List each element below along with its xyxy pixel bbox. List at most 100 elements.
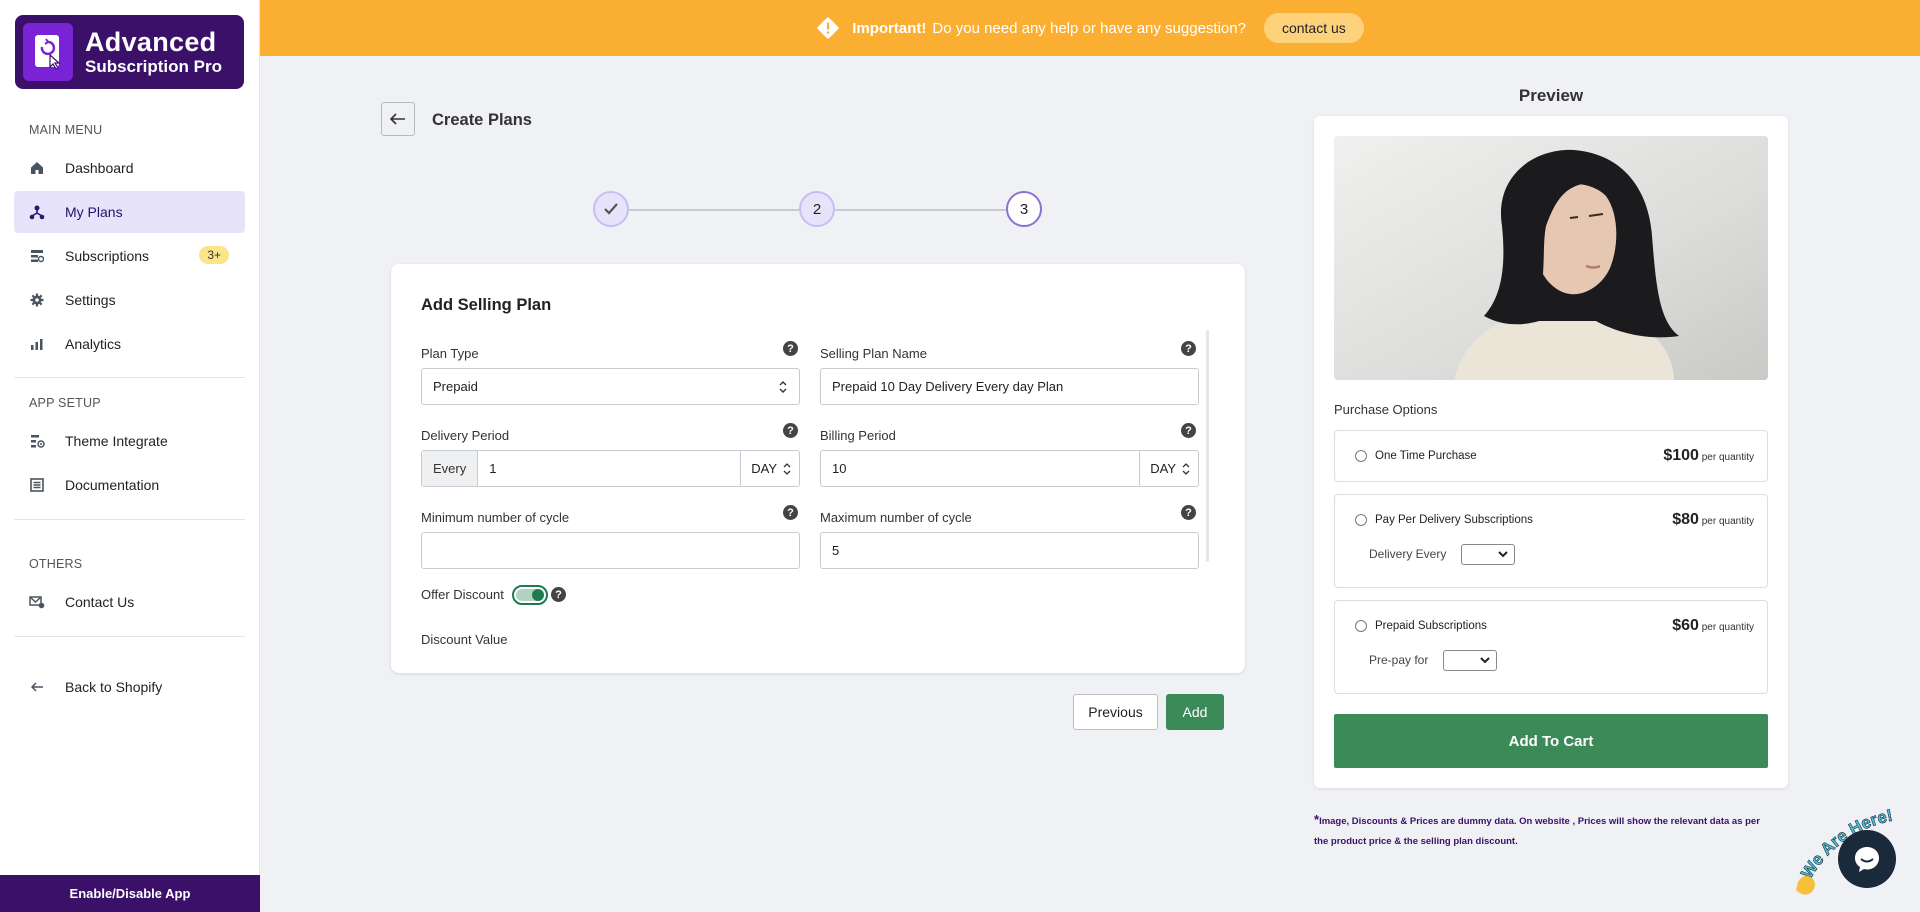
- sidebar-item-contact-us[interactable]: Contact Us: [14, 581, 245, 623]
- waving-hand-icon: [1796, 875, 1815, 895]
- help-icon[interactable]: ?: [1181, 423, 1196, 438]
- delivery-period-input[interactable]: Every 1 DAY: [421, 450, 800, 487]
- sidebar-item-theme-integrate[interactable]: Theme Integrate: [14, 420, 245, 462]
- sidebar-divider: [14, 636, 245, 637]
- offer-discount-toggle[interactable]: [512, 585, 548, 605]
- selling-plan-name-label: Selling Plan Name: [820, 346, 927, 361]
- help-banner: Important! Do you need any help or have …: [260, 0, 1920, 56]
- sidebar: Advanced Subscription Pro MAIN MENU Dash…: [0, 0, 260, 912]
- step-1-complete: [593, 191, 629, 227]
- add-button[interactable]: Add: [1166, 694, 1224, 730]
- max-cycle-input[interactable]: 5: [820, 532, 1199, 569]
- chat-button[interactable]: [1838, 830, 1896, 888]
- add-to-cart-button[interactable]: Add To Cart: [1334, 714, 1768, 768]
- sidebar-item-settings[interactable]: Settings: [14, 279, 245, 321]
- previous-button[interactable]: Previous: [1073, 694, 1158, 730]
- warning-icon: [816, 16, 840, 40]
- back-button[interactable]: [381, 102, 415, 136]
- subscriptions-icon: [28, 247, 46, 265]
- sidebar-item-documentation[interactable]: Documentation: [14, 464, 245, 506]
- logo-subtitle: Subscription Pro: [85, 57, 222, 76]
- arrow-left-icon: [390, 113, 405, 125]
- subscription-logo-icon: [23, 23, 73, 81]
- app-logo[interactable]: Advanced Subscription Pro: [15, 15, 244, 89]
- help-icon[interactable]: ?: [1181, 505, 1196, 520]
- option-price: $60 per quantity: [1672, 617, 1754, 634]
- back-to-shopify-label: Back to Shopify: [65, 679, 163, 695]
- select-arrows-icon: [1182, 462, 1190, 475]
- offer-discount-label: Offer Discount: [421, 587, 504, 602]
- help-icon[interactable]: ?: [551, 587, 566, 602]
- sidebar-item-analytics[interactable]: Analytics: [14, 323, 245, 365]
- product-image: [1334, 136, 1768, 380]
- sidebar-item-label: My Plans: [65, 204, 123, 220]
- documentation-icon: [28, 476, 46, 494]
- delivery-unit-select[interactable]: DAY: [740, 451, 799, 486]
- delivery-value[interactable]: 1: [478, 461, 740, 476]
- min-cycle-input[interactable]: [421, 532, 800, 569]
- preview-card: Purchase Options One Time Purchase $100 …: [1314, 116, 1788, 788]
- sidebar-item-dashboard[interactable]: Dashboard: [14, 147, 245, 189]
- pre-pay-for-select[interactable]: [1443, 650, 1497, 671]
- radio-button[interactable]: [1355, 450, 1367, 462]
- billing-period-input[interactable]: 10 DAY: [820, 450, 1199, 487]
- sidebar-item-my-plans[interactable]: My Plans: [14, 191, 245, 233]
- contact-us-button[interactable]: contact us: [1263, 13, 1364, 43]
- option-name: One Time Purchase: [1375, 450, 1477, 462]
- step-2: 2: [799, 191, 835, 227]
- sidebar-divider: [14, 377, 245, 378]
- option-pay-per-delivery[interactable]: Pay Per Delivery Subscriptions $80 per q…: [1334, 494, 1768, 588]
- sidebar-item-label: Dashboard: [65, 160, 134, 176]
- sidebar-item-label: Theme Integrate: [65, 433, 168, 449]
- check-icon: [604, 203, 618, 215]
- selling-plan-name-value: Prepaid 10 Day Delivery Every day Plan: [832, 379, 1064, 394]
- purchase-options-title: Purchase Options: [1334, 402, 1438, 417]
- arrow-left-icon: [28, 678, 46, 696]
- home-icon: [28, 159, 46, 177]
- delivery-period-label: Delivery Period: [421, 428, 510, 443]
- select-arrows-icon: [779, 380, 787, 393]
- option-name: Prepaid Subscriptions: [1375, 620, 1487, 632]
- billing-value[interactable]: 10: [821, 461, 1139, 476]
- subscriptions-count-badge: 3+: [199, 246, 229, 264]
- help-icon[interactable]: ?: [1181, 341, 1196, 356]
- app-setup-title: APP SETUP: [29, 396, 101, 410]
- delivery-every-select[interactable]: [1461, 544, 1515, 565]
- billing-unit-value: DAY: [1150, 461, 1176, 476]
- plan-type-select[interactable]: Prepaid: [421, 368, 800, 405]
- back-to-shopify-link[interactable]: Back to Shopify: [14, 666, 245, 708]
- card-scrollbar[interactable]: [1206, 330, 1209, 562]
- billing-period-label: Billing Period: [820, 428, 896, 443]
- chevron-down-icon: [1498, 551, 1508, 558]
- discount-value-label: Discount Value: [421, 632, 508, 647]
- others-title: OTHERS: [29, 557, 83, 571]
- option-price: $100 per quantity: [1663, 447, 1754, 464]
- help-icon[interactable]: ?: [783, 423, 798, 438]
- radio-button[interactable]: [1355, 620, 1367, 632]
- option-name: Pay Per Delivery Subscriptions: [1375, 514, 1533, 526]
- sidebar-item-label: Documentation: [65, 477, 160, 493]
- chat-bubble-icon: [1855, 847, 1879, 872]
- theme-integrate-icon: [28, 432, 46, 450]
- delivery-unit-value: DAY: [751, 461, 777, 476]
- min-cycle-label: Minimum number of cycle: [421, 510, 570, 525]
- gear-icon: [28, 291, 46, 309]
- sidebar-item-label: Analytics: [65, 336, 122, 352]
- banner-message: Do you need any help or have any suggest…: [932, 19, 1246, 37]
- plan-type-value: Prepaid: [433, 379, 478, 394]
- option-prepaid-subscriptions[interactable]: Prepaid Subscriptions $60 per quantity P…: [1334, 600, 1768, 694]
- billing-unit-select[interactable]: DAY: [1139, 451, 1198, 486]
- help-icon[interactable]: ?: [783, 341, 798, 356]
- help-icon[interactable]: ?: [783, 505, 798, 520]
- sidebar-item-subscriptions[interactable]: Subscriptions 3+: [14, 235, 245, 277]
- mail-icon: [28, 593, 46, 611]
- radio-button[interactable]: [1355, 514, 1367, 526]
- sidebar-item-label: Settings: [65, 292, 116, 308]
- option-one-time-purchase[interactable]: One Time Purchase $100 per quantity: [1334, 430, 1768, 482]
- selling-plan-name-input[interactable]: Prepaid 10 Day Delivery Every day Plan: [820, 368, 1199, 405]
- sidebar-item-label: Contact Us: [65, 594, 135, 610]
- enable-disable-app-button[interactable]: Enable/Disable App: [0, 875, 260, 912]
- preview-title: Preview: [1518, 86, 1584, 105]
- stepper-line: [629, 209, 799, 211]
- add-selling-plan-card: Add Selling Plan Plan Type ? Prepaid Sel…: [391, 264, 1245, 673]
